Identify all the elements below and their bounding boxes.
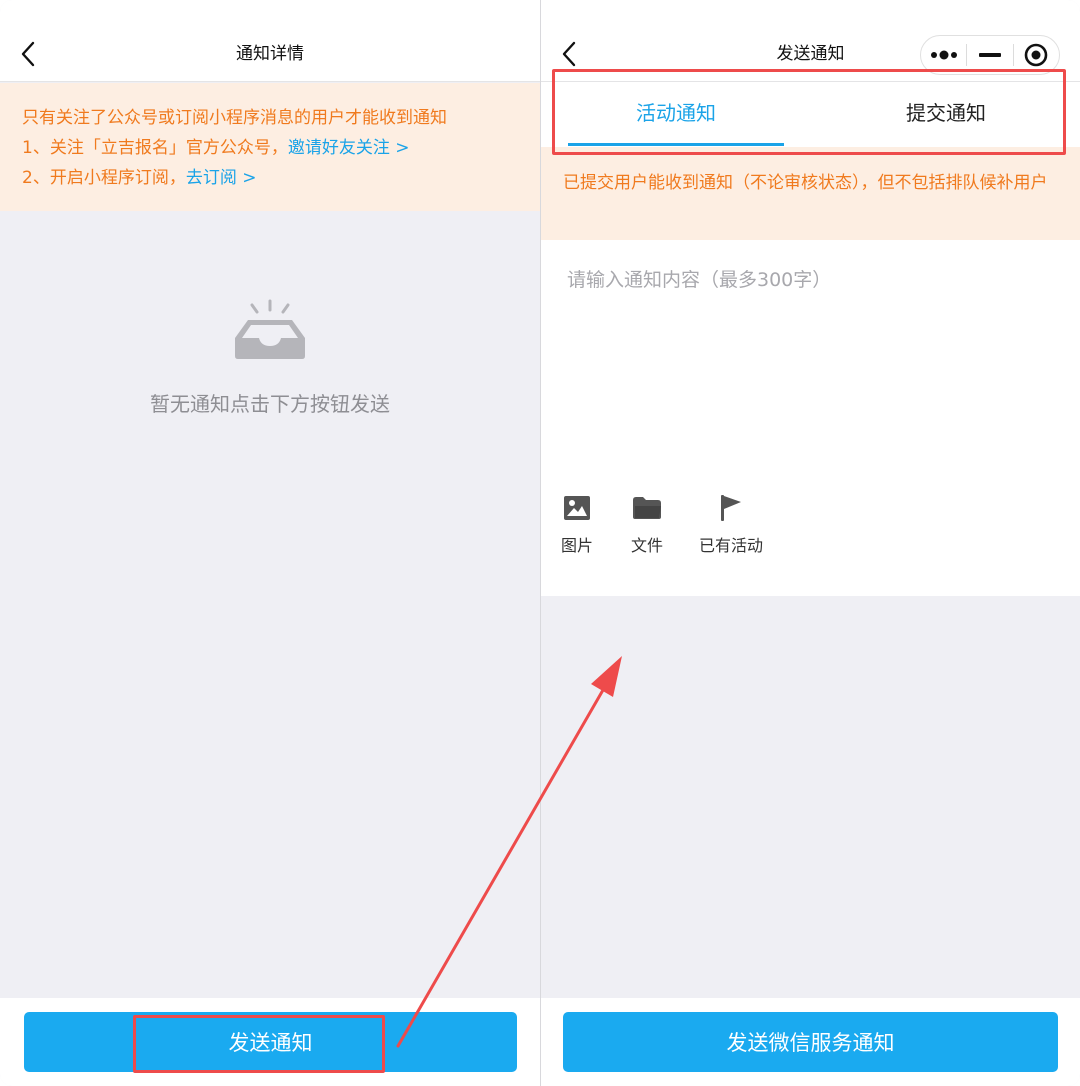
tool-label: 已有活动 bbox=[699, 536, 764, 555]
tool-label: 文件 bbox=[631, 536, 664, 555]
minimize-icon[interactable] bbox=[967, 36, 1012, 74]
tab-activity-notification[interactable]: 活动通知 bbox=[568, 82, 784, 147]
notice-line-3: 2、开启小程序订阅，去订阅 > bbox=[22, 163, 540, 193]
notice-line-2-text: 1、关注「立吉报名」官方公众号， bbox=[22, 138, 288, 158]
notice-line-1: 只有关注了公众号或订阅小程序消息的用户才能收到通知 bbox=[22, 108, 447, 128]
send-notification-button[interactable]: 发送通知 bbox=[24, 1012, 517, 1072]
notice-line-2: 1、关注「立吉报名」官方公众号，邀请好友关注 > bbox=[22, 133, 540, 163]
notification-content-input[interactable] bbox=[567, 266, 1047, 466]
notice-line-3-text: 2、开启小程序订阅， bbox=[22, 168, 186, 188]
image-icon bbox=[564, 492, 590, 524]
left-navbar: 通知详情 bbox=[0, 0, 540, 82]
tab-submit-notification[interactable]: 提交通知 bbox=[811, 82, 1080, 147]
mini-program-capsule bbox=[920, 35, 1060, 75]
recipient-notice: 已提交用户能收到通知（不论审核状态），但不包括排队候补用户 bbox=[541, 147, 1080, 240]
empty-inbox-icon bbox=[230, 298, 310, 366]
more-dots-icon[interactable] bbox=[921, 36, 966, 74]
right-navbar: 发送通知 bbox=[541, 0, 1080, 82]
notification-type-tabs: 活动通知 提交通知 bbox=[541, 82, 1080, 147]
send-wechat-service-notification-button[interactable]: 发送微信服务通知 bbox=[563, 1012, 1058, 1072]
notification-editor: 图片 文件 已有活动 bbox=[541, 240, 1080, 596]
left-footer: 发送通知 bbox=[0, 998, 540, 1086]
flag-icon bbox=[719, 492, 743, 524]
subscription-notice: 只有关注了公众号或订阅小程序消息的用户才能收到通知 1、关注「立吉报名」官方公众… bbox=[0, 83, 540, 211]
send-notification-screen: 发送通知 活动通知 提交通知 已提交用户能收到通知（不论审核状态），但不包括排队… bbox=[541, 0, 1080, 1086]
invite-friends-link[interactable]: 邀请好友关注 > bbox=[288, 138, 410, 158]
folder-icon bbox=[632, 492, 662, 524]
insert-file-button[interactable]: 文件 bbox=[631, 492, 663, 556]
notification-detail-screen: 通知详情 只有关注了公众号或订阅小程序消息的用户才能收到通知 1、关注「立吉报名… bbox=[0, 0, 540, 1086]
existing-activity-button[interactable]: 已有活动 bbox=[699, 492, 763, 556]
insert-image-button[interactable]: 图片 bbox=[561, 492, 593, 556]
right-footer: 发送微信服务通知 bbox=[541, 998, 1080, 1086]
subscribe-link[interactable]: 去订阅 > bbox=[186, 168, 257, 188]
active-tab-indicator bbox=[568, 143, 784, 146]
page-title: 通知详情 bbox=[236, 44, 304, 64]
tool-label: 图片 bbox=[561, 536, 594, 555]
target-close-icon[interactable] bbox=[1014, 36, 1059, 74]
empty-state-text: 暂无通知点击下方按钮发送 bbox=[150, 392, 390, 416]
